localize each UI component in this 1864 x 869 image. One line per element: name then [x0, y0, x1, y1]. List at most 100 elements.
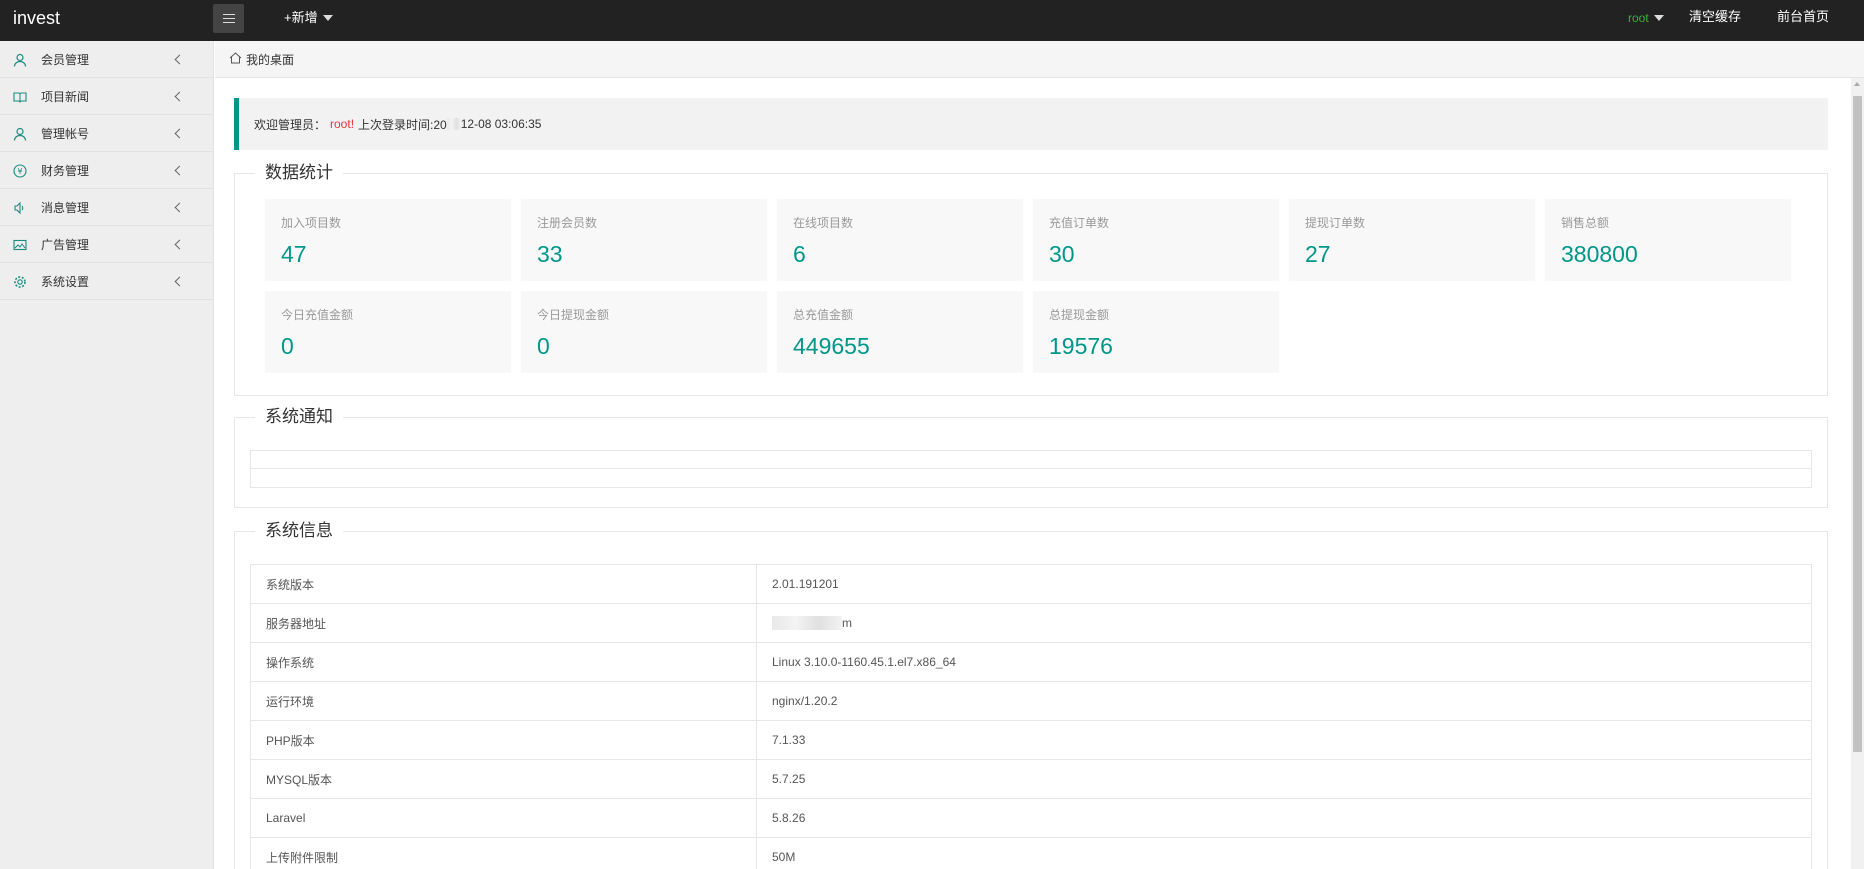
stat-card: 提现订单数 27 [1289, 199, 1535, 281]
gear-icon [13, 275, 27, 289]
sidebar: 会员管理 项目新闻 管理帐号 ¥ 财务管理 消息管理 广告管理 系统设置 [0, 41, 214, 869]
stat-value: 0 [281, 333, 294, 359]
stat-card: 总提现金额 19576 [1033, 291, 1279, 373]
info-key: MYSQL版本 [250, 759, 757, 799]
home-icon [229, 52, 242, 67]
notice-table [250, 450, 1812, 488]
stat-card: 加入项目数 47 [265, 199, 511, 281]
table-row: 服务器地址 m [250, 603, 1812, 643]
stat-title: 销售总额 [1561, 216, 1610, 230]
chevron-left-icon [174, 128, 185, 139]
table-row: Laravel 5.8.26 [250, 798, 1812, 838]
vertical-scrollbar[interactable] [1851, 78, 1864, 869]
info-key: 服务器地址 [250, 603, 757, 643]
stat-title: 今日充值金额 [281, 308, 354, 322]
info-key: PHP版本 [250, 720, 757, 760]
admin-icon [13, 127, 27, 141]
table-row: 运行环境 nginx/1.20.2 [250, 681, 1812, 721]
stat-title: 加入项目数 [281, 216, 342, 230]
caret-down-icon [1653, 15, 1664, 21]
stat-value: 0 [537, 333, 550, 359]
chevron-left-icon [174, 202, 185, 213]
top-navbar: invest +新增 root 清空缓存 前台首页 [0, 0, 1864, 41]
front-home-link[interactable]: 前台首页 [1777, 0, 1829, 36]
stat-value: 27 [1305, 241, 1331, 267]
stat-card: 充值订单数 30 [1033, 199, 1279, 281]
sidebar-item-finance[interactable]: ¥ 财务管理 [0, 152, 213, 189]
info-value: 5.7.25 [756, 759, 1812, 799]
hamburger-icon [222, 14, 235, 23]
sysinfo-table: 系统版本 2.01.191201 服务器地址 m 操作系统 Linux 3.10… [250, 564, 1812, 869]
scroll-up-icon[interactable] [1854, 82, 1860, 86]
clear-cache-link[interactable]: 清空缓存 [1689, 0, 1741, 36]
sidebar-item-messages[interactable]: 消息管理 [0, 189, 213, 226]
stat-card: 注册会员数 33 [521, 199, 767, 281]
speaker-icon [13, 201, 27, 215]
chevron-left-icon [174, 276, 185, 287]
menu-toggle-button[interactable] [213, 4, 244, 33]
table-row: MYSQL版本 5.7.25 [250, 759, 1812, 799]
info-value: m [842, 615, 852, 630]
stat-card: 今日提现金额 0 [521, 291, 767, 373]
user-icon [13, 53, 27, 67]
tab-my-desktop[interactable]: 我的桌面 [229, 41, 294, 78]
stat-card: 销售总额 380800 [1545, 199, 1791, 281]
svg-text:¥: ¥ [17, 167, 22, 176]
welcome-banner: 欢迎管理员： root! 上次登录时间:20 12-08 03:06:35 [234, 98, 1828, 150]
table-row: 操作系统 Linux 3.10.0-1160.45.1.el7.x86_64 [250, 642, 1812, 682]
info-value: nginx/1.20.2 [756, 681, 1812, 721]
info-key: 运行环境 [250, 681, 757, 721]
image-icon [13, 238, 27, 252]
chevron-left-icon [174, 54, 185, 65]
app-logo[interactable]: invest [13, 0, 60, 36]
stat-title: 注册会员数 [537, 216, 598, 230]
sidebar-item-settings[interactable]: 系统设置 [0, 263, 213, 300]
yen-icon: ¥ [13, 164, 27, 178]
info-value: 2.01.191201 [756, 564, 1812, 604]
admin-name: root! [330, 117, 355, 131]
sidebar-item-label: 会员管理 [41, 53, 90, 67]
redacted-block [772, 616, 842, 631]
add-new-label: +新增 [284, 10, 318, 25]
main-content: 欢迎管理员： root! 上次登录时间:20 12-08 03:06:35 数据… [215, 78, 1851, 869]
scroll-thumb[interactable] [1853, 96, 1862, 752]
info-value: 5.8.26 [756, 798, 1812, 838]
stat-value: 449655 [793, 333, 870, 359]
stat-title: 充值订单数 [1049, 216, 1110, 230]
stat-title: 总提现金额 [1049, 308, 1110, 322]
stat-value: 6 [793, 241, 806, 267]
table-row: 系统版本 2.01.191201 [250, 564, 1812, 604]
info-key: 上传附件限制 [250, 837, 757, 869]
info-value: 7.1.33 [756, 720, 1812, 760]
sidebar-item-admin-accounts[interactable]: 管理帐号 [0, 115, 213, 152]
info-value-cell: m [756, 603, 1812, 643]
stats-legend: 数据统计 [255, 162, 343, 184]
caret-down-icon [322, 15, 333, 21]
tab-bar: 我的桌面 [215, 41, 1864, 78]
redacted-block [446, 118, 461, 130]
table-row: PHP版本 7.1.33 [250, 720, 1812, 760]
user-menu[interactable]: root [1628, 0, 1664, 36]
sidebar-item-ads[interactable]: 广告管理 [0, 226, 213, 263]
last-login-label: 上次登录时间:20 [358, 117, 447, 132]
add-new-menu[interactable]: +新增 [284, 0, 333, 36]
sidebar-item-label: 系统设置 [41, 275, 90, 289]
sidebar-item-news[interactable]: 项目新闻 [0, 78, 213, 115]
stat-card: 总充值金额 449655 [777, 291, 1023, 373]
info-key: 系统版本 [250, 564, 757, 604]
stat-card: 今日充值金额 0 [265, 291, 511, 373]
sidebar-item-label: 项目新闻 [41, 90, 90, 104]
user-name: root [1628, 11, 1649, 25]
sidebar-item-members[interactable]: 会员管理 [0, 41, 213, 78]
stat-title: 提现订单数 [1305, 216, 1366, 230]
sysinfo-section: 系统信息 系统版本 2.01.191201 服务器地址 m 操作系统 Linux… [234, 520, 1828, 869]
stat-title: 在线项目数 [793, 216, 854, 230]
chevron-left-icon [174, 165, 185, 176]
last-login-time: 12-08 03:06:35 [460, 117, 542, 131]
welcome-prefix: 欢迎管理员： [254, 117, 327, 132]
info-value: Linux 3.10.0-1160.45.1.el7.x86_64 [756, 642, 1812, 682]
info-key: 操作系统 [250, 642, 757, 682]
chevron-left-icon [174, 91, 185, 102]
notice-legend: 系统通知 [255, 406, 343, 428]
stat-value: 33 [537, 241, 563, 267]
